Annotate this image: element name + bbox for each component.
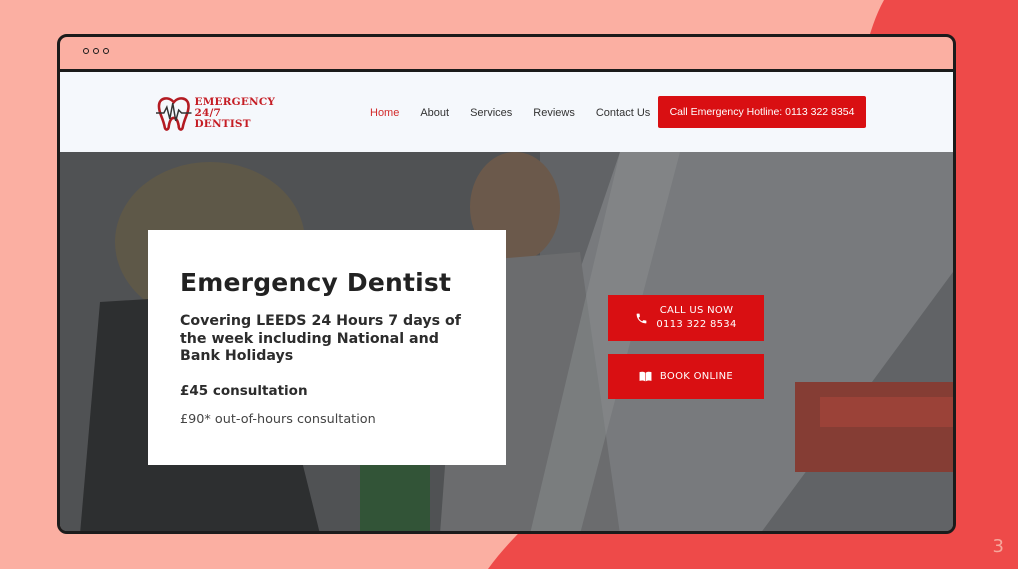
nav-item-contact-us[interactable]: Contact Us: [596, 107, 650, 119]
out-of-hours-price: £90* out-of-hours consultation: [180, 411, 376, 427]
hero-title: Emergency Dentist: [180, 268, 452, 297]
window-dot-icon: [83, 48, 89, 54]
book-online-label: BOOK ONLINE: [659, 371, 734, 382]
call-us-number: 0113 322 8534: [656, 319, 737, 330]
logo-line-1: EMERGENCY: [194, 95, 276, 108]
book-icon: [639, 371, 652, 382]
browser-mockup: EMERGENCY 24/7 DENTIST Home About Servic…: [57, 34, 956, 534]
logo-line-2: 24/7 DENTIST: [194, 106, 251, 130]
phone-icon: [635, 312, 648, 325]
hero-section: Emergency Dentist Covering LEEDS 24 Hour…: [60, 152, 953, 531]
nav-item-home[interactable]: Home: [370, 107, 399, 119]
call-us-label: CALL US NOW: [659, 305, 734, 316]
hero-card: Emergency Dentist Covering LEEDS 24 Hour…: [148, 230, 506, 465]
window-controls: [83, 48, 109, 54]
nav-item-about[interactable]: About: [420, 107, 449, 119]
site-header: EMERGENCY 24/7 DENTIST Home About Servic…: [60, 72, 953, 152]
nav-item-reviews[interactable]: Reviews: [533, 107, 575, 119]
window-dot-icon: [103, 48, 109, 54]
consultation-price: £45 consultation: [180, 382, 308, 399]
call-us-button[interactable]: CALL US NOW 0113 322 8534: [608, 295, 764, 341]
website: EMERGENCY 24/7 DENTIST Home About Servic…: [60, 72, 953, 531]
window-dot-icon: [93, 48, 99, 54]
logo-text: EMERGENCY 24/7 DENTIST: [194, 95, 281, 130]
site-logo[interactable]: EMERGENCY 24/7 DENTIST: [155, 93, 280, 133]
browser-title-bar: [60, 37, 953, 72]
nav-item-services[interactable]: Services: [470, 107, 512, 119]
hero-subtitle: Covering LEEDS 24 Hours 7 days of the we…: [180, 313, 461, 364]
slide-number: 3: [992, 536, 1004, 557]
hotline-button[interactable]: Call Emergency Hotline: 0113 322 8354: [658, 96, 866, 128]
main-nav: Home About Services Reviews Contact Us: [370, 107, 671, 119]
tooth-heartbeat-icon: [155, 97, 192, 131]
book-online-button[interactable]: BOOK ONLINE: [608, 354, 764, 399]
